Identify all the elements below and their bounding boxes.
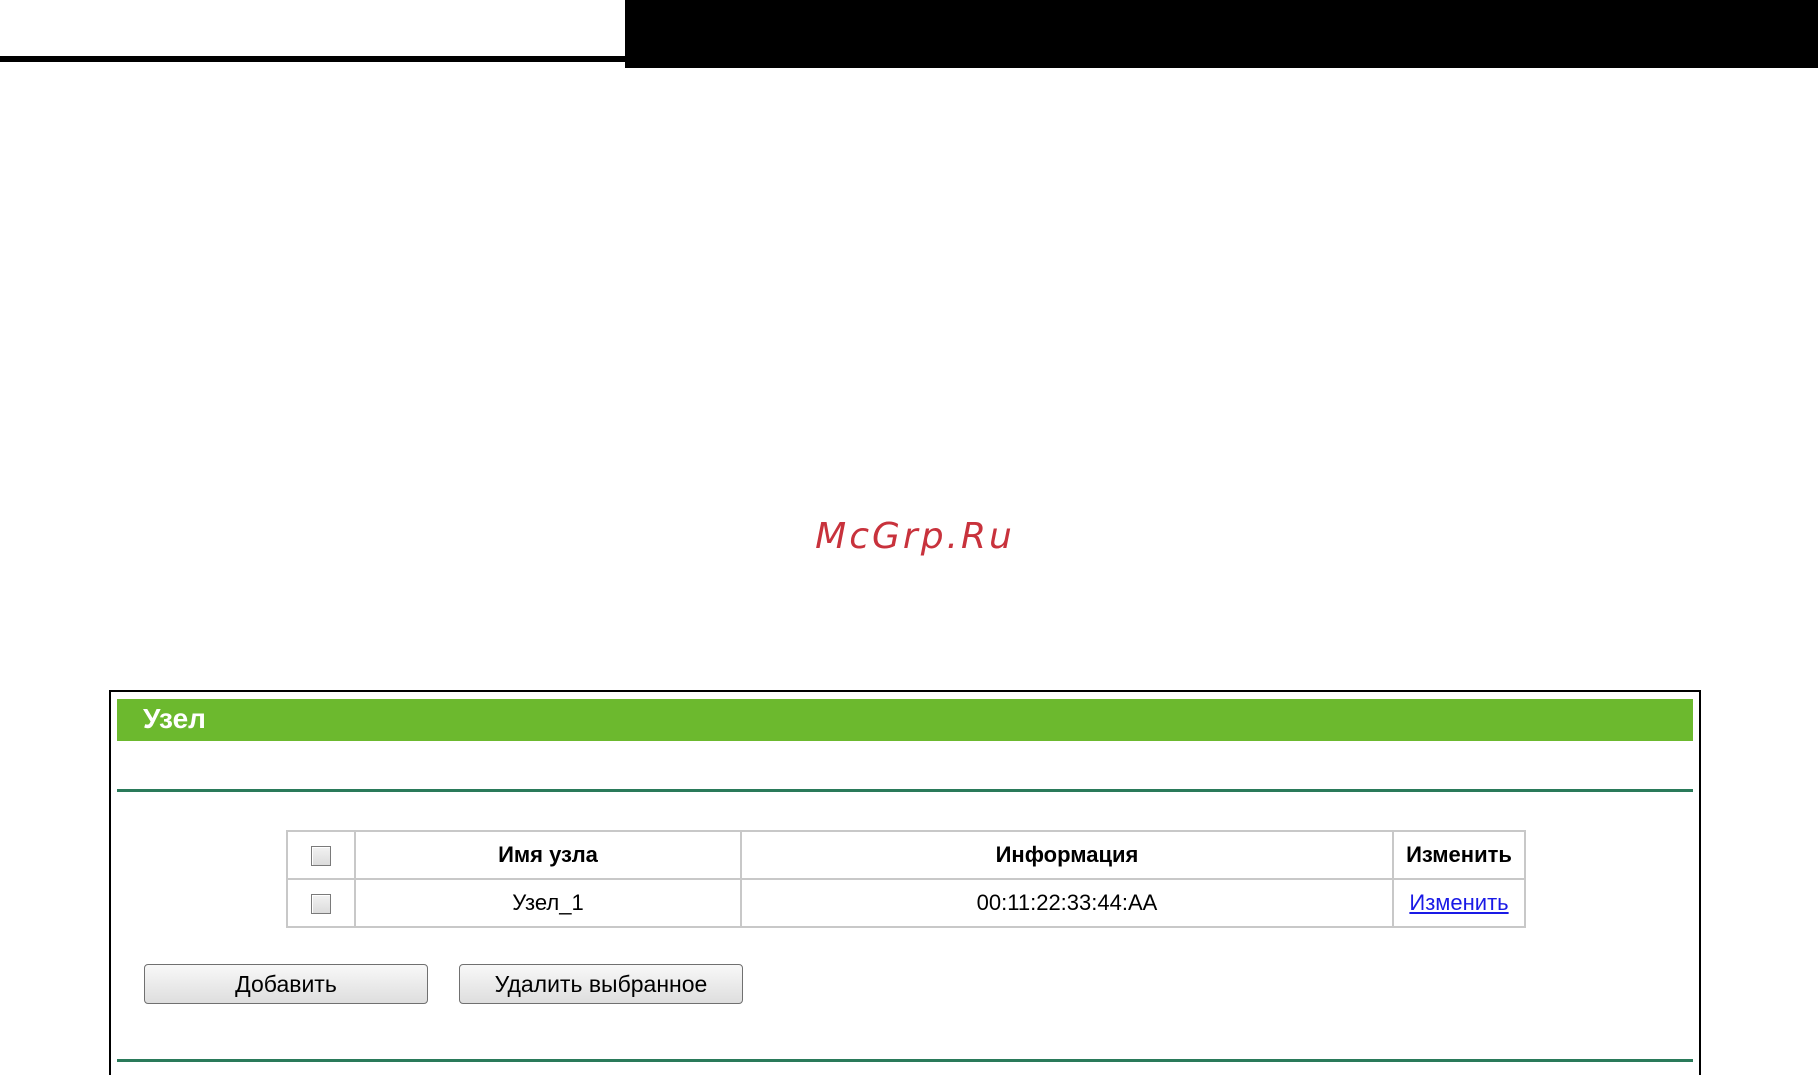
header-host-name: Имя узла bbox=[354, 830, 742, 880]
add-button[interactable]: Добавить bbox=[144, 964, 428, 1004]
edit-link[interactable]: Изменить bbox=[1409, 890, 1508, 915]
select-all-checkbox[interactable] bbox=[311, 846, 331, 867]
row-host-name: Узел_1 bbox=[354, 878, 742, 928]
select-all-cell bbox=[286, 830, 356, 880]
header-bar-left bbox=[0, 0, 625, 62]
row-select-cell bbox=[286, 878, 356, 928]
delete-selected-button[interactable]: Удалить выбранное bbox=[459, 964, 743, 1004]
header-bar-right bbox=[625, 0, 1818, 68]
divider-bottom bbox=[117, 1059, 1693, 1062]
page: McGrp.Ru Узел Имя узла Информация Измени… bbox=[0, 0, 1818, 1075]
divider-top bbox=[117, 789, 1693, 792]
table-header-row: Имя узла Информация Изменить bbox=[286, 830, 1526, 880]
header-info: Информация bbox=[740, 830, 1394, 880]
table-row: Узел_1 00:11:22:33:44:AA Изменить bbox=[286, 878, 1526, 928]
row-info: 00:11:22:33:44:AA bbox=[740, 878, 1394, 928]
panel-title: Узел bbox=[143, 703, 206, 734]
panel-title-bar: Узел bbox=[117, 699, 1693, 741]
watermark: McGrp.Ru bbox=[815, 516, 1015, 557]
host-panel: Узел Имя узла Информация Изменить Узел_1… bbox=[109, 690, 1701, 1075]
host-table: Имя узла Информация Изменить Узел_1 00:1… bbox=[286, 830, 1526, 928]
header-edit: Изменить bbox=[1392, 830, 1526, 880]
row-edit-cell: Изменить bbox=[1392, 878, 1526, 928]
row-checkbox[interactable] bbox=[311, 894, 331, 915]
